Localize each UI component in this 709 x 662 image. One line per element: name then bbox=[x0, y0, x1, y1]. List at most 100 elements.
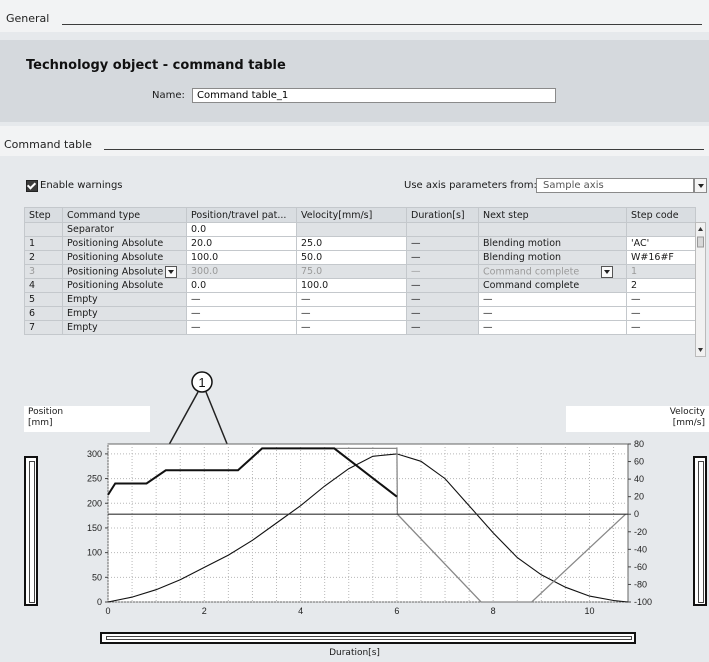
cell-velocity bbox=[296, 222, 407, 237]
cell-velocity[interactable]: 25.0 bbox=[296, 236, 407, 251]
y-tick-label: 250 bbox=[87, 474, 102, 484]
y2-tick-label: 20 bbox=[634, 492, 644, 502]
cell-velocity[interactable]: 75.0 bbox=[296, 264, 407, 279]
cell-velocity[interactable]: — bbox=[296, 292, 407, 307]
cell-position[interactable]: — bbox=[186, 320, 297, 335]
y2-tick-label: -20 bbox=[634, 527, 647, 537]
cell-position[interactable]: 100.0 bbox=[186, 250, 297, 265]
velocity-zoom-slider[interactable] bbox=[693, 456, 707, 606]
col-position[interactable]: Position/travel pat... bbox=[186, 207, 297, 223]
use-axis-label: Use axis parameters from: bbox=[404, 180, 537, 191]
cell-command-type-editing[interactable]: Positioning Absolute bbox=[62, 264, 187, 279]
cell-position[interactable]: — bbox=[186, 292, 297, 307]
cell-step bbox=[24, 222, 63, 237]
general-band bbox=[0, 0, 709, 32]
cell-command-type[interactable]: Empty bbox=[62, 292, 187, 307]
enable-warnings-checkbox[interactable] bbox=[26, 180, 38, 192]
command-table-divider bbox=[104, 149, 704, 150]
y2-tick-label: -40 bbox=[634, 544, 647, 554]
duration-zoom-slider[interactable] bbox=[100, 632, 636, 644]
table-row[interactable]: 4 Positioning Absolute 0.0 100.0 — Comma… bbox=[24, 278, 696, 293]
col-step[interactable]: Step bbox=[24, 207, 63, 223]
cell-position[interactable]: 300.0 bbox=[186, 264, 297, 279]
cell-command-type[interactable]: Empty bbox=[62, 320, 187, 335]
name-input[interactable] bbox=[192, 88, 556, 103]
cell-step-code[interactable]: — bbox=[626, 320, 696, 335]
x-tick-label: 6 bbox=[394, 606, 399, 616]
y2-tick-label: 0 bbox=[634, 509, 639, 519]
cell-command-type[interactable]: Separator bbox=[62, 222, 187, 237]
table-scrollbar[interactable] bbox=[695, 222, 706, 357]
use-axis-dropdown-button[interactable] bbox=[694, 178, 707, 193]
cell-command-type[interactable]: Positioning Absolute bbox=[62, 278, 187, 293]
velocity-axis-label: Velocity [mm/s] bbox=[566, 406, 709, 432]
table-row[interactable]: 1 Positioning Absolute 20.0 25.0 — Blend… bbox=[24, 236, 696, 251]
col-velocity[interactable]: Velocity[mm/s] bbox=[296, 207, 407, 223]
cell-step: 6 bbox=[24, 306, 63, 321]
col-duration[interactable]: Duration[s] bbox=[406, 207, 479, 223]
cell-next-step[interactable]: Blending motion bbox=[478, 250, 627, 265]
y2-tick-label: 60 bbox=[634, 457, 644, 467]
tech-band bbox=[0, 40, 709, 122]
cell-next-step bbox=[478, 222, 627, 237]
cell-position[interactable]: 0.0 bbox=[186, 222, 297, 237]
cell-step-code[interactable]: 2 bbox=[626, 278, 696, 293]
col-command-type[interactable]: Command type bbox=[62, 207, 187, 223]
cell-next-step[interactable]: — bbox=[478, 320, 627, 335]
scroll-up-icon bbox=[698, 227, 703, 231]
cell-duration: — bbox=[406, 278, 479, 293]
cell-velocity[interactable]: 50.0 bbox=[296, 250, 407, 265]
cell-step-code[interactable]: 'AC' bbox=[626, 236, 696, 251]
position-axis-label: Position [mm] bbox=[24, 406, 150, 432]
x-tick-label: 4 bbox=[298, 606, 303, 616]
table-row[interactable]: 5 Empty — — — — — bbox=[24, 292, 696, 307]
cell-next-step-value: Command complete bbox=[483, 266, 580, 277]
cell-velocity[interactable]: 100.0 bbox=[296, 278, 407, 293]
cell-command-type[interactable]: Positioning Absolute bbox=[62, 236, 187, 251]
cell-velocity[interactable]: — bbox=[296, 306, 407, 321]
cell-step-code[interactable]: W#16#F bbox=[626, 250, 696, 265]
velocity-unit: [mm/s] bbox=[672, 418, 705, 428]
table-row-selected[interactable]: 3 Positioning Absolute 300.0 75.0 — Comm… bbox=[24, 264, 696, 279]
command-table: Step Command type Position/travel pat...… bbox=[24, 207, 696, 335]
scrollbar-graphic bbox=[697, 227, 704, 352]
cell-next-step[interactable]: — bbox=[478, 306, 627, 321]
position-zoom-slider[interactable] bbox=[24, 456, 38, 606]
cmd-band bbox=[0, 126, 709, 156]
use-axis-select[interactable]: Sample axis bbox=[536, 178, 694, 193]
y-tick-label: 50 bbox=[92, 572, 102, 582]
table-row[interactable]: Separator 0.0 bbox=[24, 222, 696, 237]
duration-axis-label: Duration[s] bbox=[329, 648, 380, 658]
y2-tick-label: 80 bbox=[634, 439, 644, 449]
cell-position[interactable]: — bbox=[186, 306, 297, 321]
y2-tick-label: -60 bbox=[634, 562, 647, 572]
y-tick-label: 150 bbox=[87, 523, 102, 533]
enable-warnings-label: Enable warnings bbox=[40, 180, 123, 191]
cell-command-type[interactable]: Empty bbox=[62, 306, 187, 321]
col-next-step[interactable]: Next step bbox=[478, 207, 627, 223]
cell-next-step[interactable]: — bbox=[478, 292, 627, 307]
table-row[interactable]: 2 Positioning Absolute 100.0 50.0 — Blen… bbox=[24, 250, 696, 265]
cell-command-type-value: Positioning Absolute bbox=[67, 266, 164, 277]
next-step-dropdown[interactable] bbox=[601, 265, 614, 278]
table-row[interactable]: 6 Empty — — — — — bbox=[24, 306, 696, 321]
scroll-thumb bbox=[697, 236, 704, 248]
cell-next-step-editing[interactable]: Command complete bbox=[478, 264, 627, 279]
cell-velocity[interactable]: — bbox=[296, 320, 407, 335]
table-row[interactable]: 7 Empty — — — — — bbox=[24, 320, 696, 335]
command-type-dropdown[interactable] bbox=[165, 265, 178, 278]
cell-step-code[interactable]: — bbox=[626, 292, 696, 307]
cell-step-code[interactable]: — bbox=[626, 306, 696, 321]
general-divider bbox=[62, 24, 702, 25]
y-tick-label: 300 bbox=[87, 449, 102, 459]
cell-duration: — bbox=[406, 264, 479, 279]
cell-step: 3 bbox=[24, 264, 63, 279]
cell-position[interactable]: 20.0 bbox=[186, 236, 297, 251]
cell-next-step[interactable]: Blending motion bbox=[478, 236, 627, 251]
cell-command-type[interactable]: Positioning Absolute bbox=[62, 250, 187, 265]
col-step-code[interactable]: Step code bbox=[626, 207, 696, 223]
cell-position[interactable]: 0.0 bbox=[186, 278, 297, 293]
cell-duration: — bbox=[406, 320, 479, 335]
cell-next-step[interactable]: Command complete bbox=[478, 278, 627, 293]
cell-step-code[interactable]: 1 bbox=[626, 264, 696, 279]
